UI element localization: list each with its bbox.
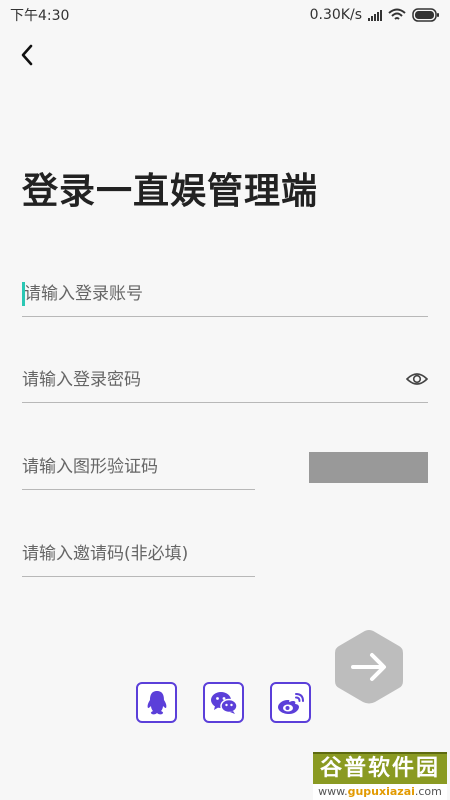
submit-button[interactable] [333,628,405,706]
weibo-login-button[interactable] [270,682,311,723]
password-field[interactable] [22,358,429,403]
qq-icon [147,690,166,714]
weibo-icon [277,692,304,714]
status-bar: 下午4:30 0.30K/s [0,0,450,30]
chevron-left-icon [21,44,33,66]
back-button[interactable] [12,40,42,70]
page-title: 登录一直娱管理端 [22,171,319,212]
status-indicators: 0.30K/s [310,7,440,23]
qq-login-button[interactable] [136,682,177,723]
wifi-icon [388,8,406,22]
watermark-url: www.gupuxiazai.com [313,784,447,800]
eye-icon[interactable] [405,370,429,388]
captcha-field[interactable] [22,445,255,490]
wechat-login-button[interactable] [203,682,244,723]
captcha-input[interactable] [22,452,255,482]
site-watermark: 谷普软件园 www.gupuxiazai.com [313,752,447,800]
social-login-row [136,682,311,723]
status-time: 下午4:30 [10,8,70,24]
watermark-brand: 谷普软件园 [319,756,440,781]
battery-icon [412,8,440,22]
wechat-icon [210,691,238,714]
account-input[interactable] [22,279,428,309]
network-speed: 0.30K/s [309,7,362,23]
password-input[interactable] [22,365,428,395]
text-cursor [22,282,25,306]
signal-icon [368,9,382,21]
invite-field[interactable] [22,532,255,577]
captcha-image[interactable] [309,452,428,483]
account-field[interactable] [22,272,428,317]
invite-code-input[interactable] [22,539,255,569]
